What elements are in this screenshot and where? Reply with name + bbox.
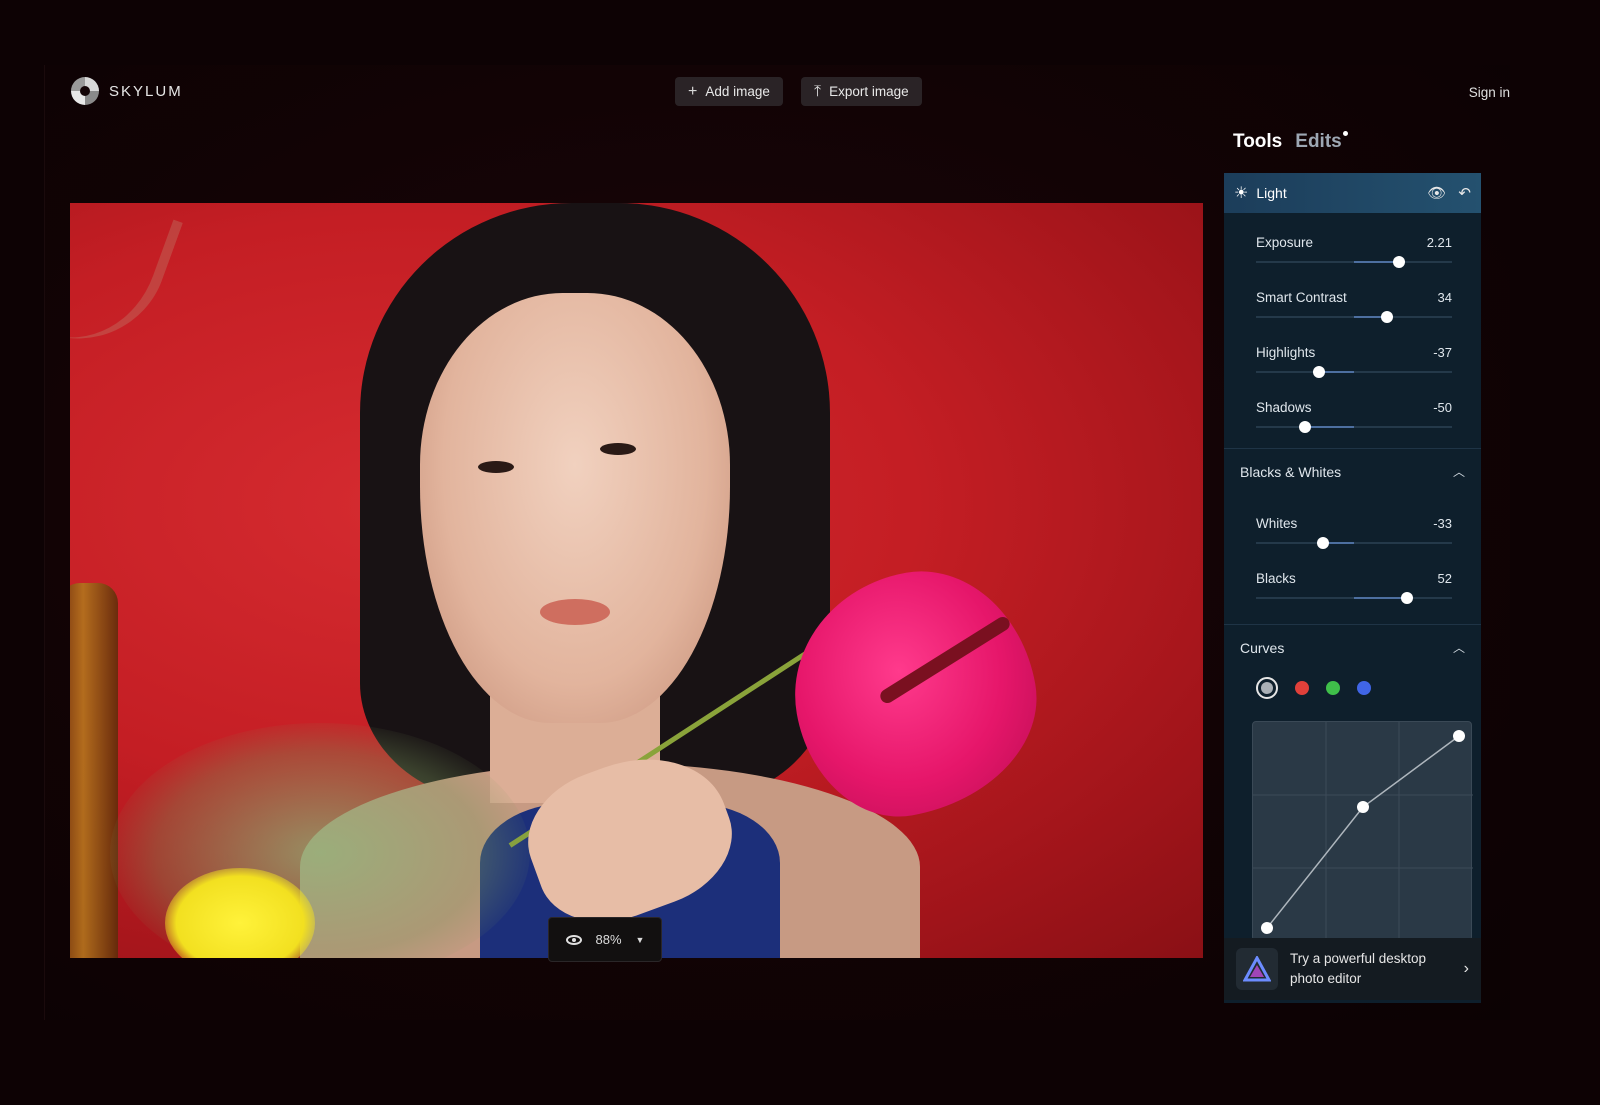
slider-label: Blacks <box>1256 571 1296 586</box>
sign-in-link[interactable]: Sign in <box>1469 85 1510 100</box>
blacks-whites-title: Blacks & Whites <box>1240 463 1342 480</box>
curves-editor[interactable] <box>1252 721 1473 942</box>
slider-label: Whites <box>1256 516 1298 531</box>
slider-track[interactable] <box>1256 311 1452 323</box>
app-frame: SKYLUM + Add image ⤒ Export image Sign i… <box>44 65 1510 1020</box>
caret-down-icon[interactable]: ▼ <box>636 935 645 945</box>
slider-shadows[interactable]: Shadows -50 <box>1224 378 1481 433</box>
slider-handle[interactable] <box>1312 366 1325 378</box>
tab-tools[interactable]: Tools <box>1233 131 1282 153</box>
channel-red-button[interactable] <box>1295 681 1309 695</box>
slider-value[interactable]: 34 <box>1438 290 1452 305</box>
slider-label: Exposure <box>1256 235 1314 250</box>
slider-value[interactable]: 52 <box>1438 571 1452 586</box>
slider-fill <box>1305 426 1354 428</box>
tab-edits[interactable]: Edits <box>1295 131 1349 153</box>
promo-text: Try a powerful desktop photo editor <box>1290 951 1427 986</box>
photo-eye-right <box>600 443 636 455</box>
curves-title: Curves <box>1240 639 1285 656</box>
slider-label: Shadows <box>1256 400 1312 415</box>
slider-smart-contrast[interactable]: Smart Contrast 34 <box>1224 268 1481 323</box>
chevron-right-icon[interactable]: › <box>1464 960 1469 978</box>
zoom-control[interactable]: 88% ▼ <box>548 917 662 962</box>
slider-value[interactable]: -50 <box>1433 400 1452 415</box>
curves-header[interactable]: Curves ︿ <box>1224 624 1481 670</box>
curve-control-point[interactable] <box>1261 922 1273 934</box>
curve-control-point[interactable] <box>1357 801 1369 814</box>
slider-track[interactable] <box>1256 421 1452 433</box>
eye-icon[interactable] <box>565 934 582 945</box>
upload-icon: ⤒ <box>814 82 822 100</box>
export-image-button[interactable]: ⤒ Export image <box>801 77 922 106</box>
sun-icon: ☀ <box>1234 185 1249 202</box>
channel-green-button[interactable] <box>1326 681 1340 695</box>
slider-handle[interactable] <box>1393 256 1406 268</box>
channel-blue-button[interactable] <box>1357 681 1371 695</box>
zoom-level[interactable]: 88% <box>596 932 622 947</box>
slider-handle[interactable] <box>1316 537 1329 549</box>
photo-lips <box>540 599 610 625</box>
channel-all-button[interactable] <box>1256 677 1278 699</box>
photo-branch <box>70 203 183 364</box>
slider-handle[interactable] <box>1299 421 1311 433</box>
slider-track[interactable] <box>1256 592 1452 604</box>
luminar-logo-icon <box>1236 948 1278 990</box>
slider-track[interactable] <box>1256 366 1452 378</box>
logo-text: SKYLUM <box>109 82 183 100</box>
slider-blacks[interactable]: Blacks 52 <box>1224 549 1481 604</box>
chevron-up-icon[interactable]: ︿ <box>1453 463 1465 480</box>
slider-value[interactable]: -33 <box>1433 516 1452 531</box>
slider-whites[interactable]: Whites -33 <box>1224 494 1481 549</box>
slider-handle[interactable] <box>1400 592 1413 604</box>
slider-label: Smart Contrast <box>1256 290 1347 305</box>
curve-control-point[interactable] <box>1453 730 1465 742</box>
tools-panel: ☀ Light 👁 ↶ Exposure 2.21 Smart Contrast 34… <box>1224 173 1481 1003</box>
slider-track[interactable] <box>1256 537 1452 549</box>
slider-track[interactable] <box>1256 256 1452 268</box>
photo-canvas[interactable] <box>70 203 1203 958</box>
skylum-logo-icon <box>71 77 99 105</box>
slider-exposure[interactable]: Exposure 2.21 <box>1224 213 1481 268</box>
slider-value[interactable]: 2.21 <box>1427 235 1452 250</box>
slider-highlights[interactable]: Highlights -37 <box>1224 323 1481 378</box>
desktop-promo-banner[interactable]: Try a powerful desktop photo editor › <box>1224 938 1481 1000</box>
panel-tabs: Tools Edits <box>1233 131 1349 153</box>
curves-graph[interactable] <box>1253 722 1473 942</box>
slider-fill <box>1354 597 1407 599</box>
skylum-logo[interactable]: SKYLUM <box>71 77 183 105</box>
curve-channels <box>1224 670 1481 706</box>
photo-face <box>420 293 730 723</box>
visibility-eye-icon[interactable]: 👁 <box>1427 184 1446 202</box>
slider-label: Highlights <box>1256 345 1316 360</box>
light-sliders: Exposure 2.21 Smart Contrast 34 Highlights -3… <box>1224 213 1481 433</box>
chevron-up-icon[interactable]: ︿ <box>1453 639 1465 656</box>
plus-icon: + <box>688 82 698 100</box>
photo-bottle <box>70 583 118 958</box>
export-image-label: Export image <box>829 84 909 99</box>
curve-line <box>1266 735 1460 929</box>
slider-value[interactable]: -37 <box>1433 345 1452 360</box>
add-image-label: Add image <box>705 84 770 99</box>
light-title: Light <box>1256 185 1287 201</box>
add-image-button[interactable]: + Add image <box>675 77 783 106</box>
undo-icon[interactable]: ↶ <box>1458 184 1471 202</box>
blacks-whites-sliders: Whites -33 Blacks 52 <box>1224 494 1481 604</box>
photo-eye-left <box>478 461 514 473</box>
light-header[interactable]: ☀ Light 👁 ↶ <box>1224 173 1481 213</box>
blacks-whites-header[interactable]: Blacks & Whites ︿ <box>1224 448 1481 494</box>
slider-handle[interactable] <box>1381 311 1394 323</box>
